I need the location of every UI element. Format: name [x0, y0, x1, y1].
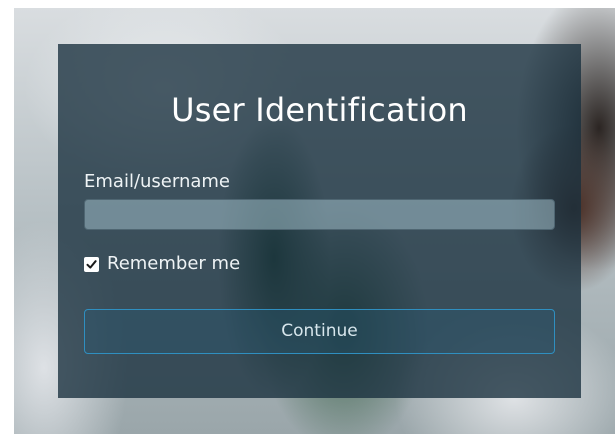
remember-me-checkbox[interactable] [84, 256, 99, 272]
remember-me-label: Remember me [107, 253, 241, 274]
checkmark-icon [86, 259, 97, 269]
page-title: User Identification [171, 91, 468, 129]
continue-button[interactable]: Continue [84, 309, 555, 354]
email-field[interactable] [84, 199, 555, 230]
login-screen: User Identification Email/username Remem… [0, 0, 615, 434]
email-label: Email/username [84, 171, 230, 192]
remember-me-option[interactable]: Remember me [84, 252, 240, 276]
